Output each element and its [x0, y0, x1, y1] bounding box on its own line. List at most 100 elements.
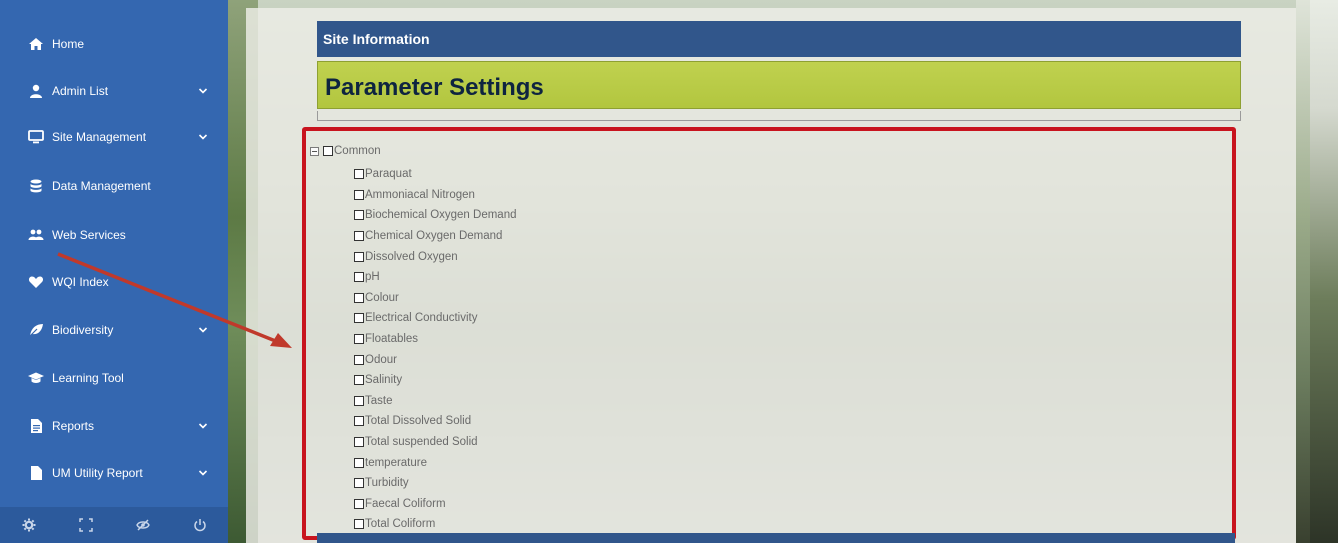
tree-item-label[interactable]: Total Coliform: [365, 518, 435, 530]
tree-item-total-coliform: Total Coliform: [354, 514, 517, 535]
tree-node-common: Common: [310, 144, 381, 158]
sidebar-item-wqi-index[interactable]: WQI Index: [0, 259, 228, 305]
sidebar-item-label: UM Utility Report: [52, 466, 143, 480]
checkbox[interactable]: [354, 189, 364, 200]
tree-item-label[interactable]: Ammoniacal Nitrogen: [365, 189, 475, 201]
file-text-icon: [28, 418, 44, 434]
tree-item-label[interactable]: Faecal Coliform: [365, 498, 446, 510]
tree-item-chemical-oxygen-demand: Chemical Oxygen Demand: [354, 226, 517, 247]
heart-icon: [28, 274, 44, 290]
sidebar-item-label: Reports: [52, 419, 95, 433]
checkbox[interactable]: [354, 354, 364, 365]
sidebar-item-label: Learning Tool: [52, 371, 124, 385]
tree-footer-bar: [317, 533, 1235, 543]
site-information-header: Site Information: [317, 21, 1241, 57]
tree-item-total-suspended-solid: Total suspended Solid: [354, 432, 517, 453]
graduation-cap-icon: [28, 370, 44, 386]
parameter-list: Paraquat Ammoniacal Nitrogen Biochemical…: [354, 164, 517, 535]
leaf-icon: [28, 322, 44, 338]
collapse-toggle-icon[interactable]: [310, 146, 319, 156]
tree-item-ammoniacal-nitrogen: Ammoniacal Nitrogen: [354, 185, 517, 206]
tree-item-label[interactable]: Salinity: [365, 374, 402, 386]
sidebar: Home Admin List Site Management Data Man…: [0, 0, 228, 543]
checkbox[interactable]: [354, 457, 364, 468]
tree-item-electrical-conductivity: Electrical Conductivity: [354, 308, 517, 329]
sidebar-item-reports[interactable]: Reports: [0, 403, 228, 449]
sidebar-item-admin-list[interactable]: Admin List: [0, 68, 228, 114]
checkbox-common[interactable]: [323, 146, 333, 156]
tree-item-label[interactable]: Taste: [365, 395, 393, 407]
sidebar-item-label: Data Management: [52, 179, 151, 193]
sidebar-footer: [0, 507, 228, 543]
checkbox[interactable]: [354, 519, 364, 530]
tree-item-label[interactable]: Colour: [365, 292, 399, 304]
gear-icon[interactable]: [22, 518, 36, 532]
tree-item-temperature: temperature: [354, 452, 517, 473]
sidebar-item-home[interactable]: Home: [0, 21, 228, 67]
checkbox[interactable]: [354, 251, 364, 262]
checkbox[interactable]: [354, 210, 364, 221]
tree-item-label[interactable]: Floatables: [365, 333, 418, 345]
chevron-down-icon: [198, 421, 208, 431]
tree-item-label[interactable]: Dissolved Oxygen: [365, 251, 458, 263]
tree-item-odour: Odour: [354, 349, 517, 370]
tree-item-turbidity: Turbidity: [354, 473, 517, 494]
background-scene-right: [1296, 0, 1338, 543]
checkbox[interactable]: [354, 437, 364, 448]
tree-item-faecal-coliform: Faecal Coliform: [354, 494, 517, 515]
sidebar-item-label: Biodiversity: [52, 323, 114, 337]
monitor-icon: [28, 129, 44, 145]
tree-item-label[interactable]: Biochemical Oxygen Demand: [365, 209, 517, 221]
checkbox[interactable]: [354, 416, 364, 427]
tree-item-label[interactable]: Chemical Oxygen Demand: [365, 230, 502, 242]
file-icon: [28, 465, 44, 481]
sidebar-item-label: Site Management: [52, 130, 147, 144]
sidebar-item-data-management[interactable]: Data Management: [0, 163, 228, 209]
tree-item-ph: pH: [354, 267, 517, 288]
chevron-down-icon: [198, 86, 208, 96]
tree-item-paraquat: Paraquat: [354, 164, 517, 185]
database-icon: [28, 178, 44, 194]
tree-item-label[interactable]: Electrical Conductivity: [365, 312, 477, 324]
checkbox[interactable]: [354, 334, 364, 345]
checkbox[interactable]: [354, 292, 364, 303]
tree-node-label[interactable]: Common: [334, 145, 381, 157]
checkbox[interactable]: [354, 395, 364, 406]
checkbox[interactable]: [354, 313, 364, 324]
power-icon[interactable]: [193, 518, 207, 532]
tree-item-label[interactable]: Total suspended Solid: [365, 436, 478, 448]
tree-item-total-dissolved-solid: Total Dissolved Solid: [354, 411, 517, 432]
page-title: Parameter Settings: [317, 61, 1241, 109]
sidebar-item-label: Home: [52, 37, 85, 51]
tree-item-label[interactable]: Total Dissolved Solid: [365, 415, 471, 427]
checkbox[interactable]: [354, 169, 364, 180]
chevron-down-icon: [198, 132, 208, 142]
users-icon: [28, 227, 44, 243]
tree-item-label[interactable]: Odour: [365, 354, 397, 366]
chevron-down-icon: [198, 325, 208, 335]
checkbox[interactable]: [354, 498, 364, 509]
checkbox[interactable]: [354, 478, 364, 489]
checkbox[interactable]: [354, 231, 364, 242]
tree-item-colour: Colour: [354, 288, 517, 309]
title-divider: [317, 111, 1241, 121]
sidebar-item-web-services[interactable]: Web Services: [0, 212, 228, 258]
sidebar-item-learning-tool[interactable]: Learning Tool: [0, 355, 228, 401]
sidebar-item-label: Web Services: [52, 228, 126, 242]
tree-item-dissolved-oxygen: Dissolved Oxygen: [354, 246, 517, 267]
tree-item-biochemical-oxygen-demand: Biochemical Oxygen Demand: [354, 205, 517, 226]
tree-item-label[interactable]: Paraquat: [365, 168, 412, 180]
tree-item-salinity: Salinity: [354, 370, 517, 391]
checkbox[interactable]: [354, 375, 364, 386]
checkbox[interactable]: [354, 272, 364, 283]
sidebar-item-biodiversity[interactable]: Biodiversity: [0, 307, 228, 353]
tree-item-label[interactable]: pH: [365, 271, 380, 283]
fullscreen-icon[interactable]: [78, 518, 93, 532]
tree-item-taste: Taste: [354, 391, 517, 412]
sidebar-item-site-management[interactable]: Site Management: [0, 114, 228, 160]
tree-item-label[interactable]: Turbidity: [365, 477, 409, 489]
sidebar-item-um-utility-report[interactable]: UM Utility Report: [0, 450, 228, 496]
home-icon: [28, 36, 44, 52]
tree-item-label[interactable]: temperature: [365, 457, 427, 469]
eye-slash-icon[interactable]: [135, 518, 150, 532]
